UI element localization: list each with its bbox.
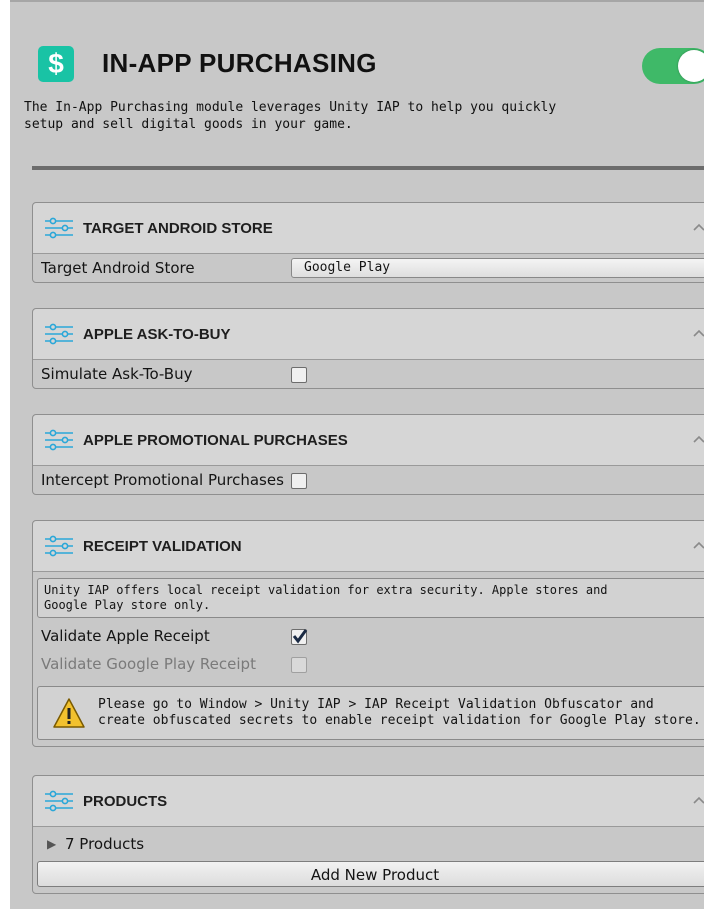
foldout-arrow-icon[interactable]: ▶: [47, 831, 56, 857]
add-new-product-button[interactable]: Add New Product: [37, 861, 704, 887]
validate-apple-checkbox[interactable]: [291, 629, 308, 645]
chevron-up-icon[interactable]: [691, 538, 704, 554]
chevron-up-icon[interactable]: [691, 432, 704, 448]
field-label: Target Android Store: [41, 259, 195, 277]
warning-icon: [53, 698, 85, 728]
field-label: Simulate Ask-To-Buy: [41, 365, 193, 383]
dollar-icon: $: [38, 46, 74, 82]
section-header[interactable]: TARGET ANDROID STORE: [33, 203, 704, 254]
settings-sliders-icon: [45, 535, 73, 557]
section-title: PRODUCTS: [83, 793, 168, 810]
field-label: Validate Apple Receipt: [41, 627, 210, 645]
section-title: RECEIPT VALIDATION: [83, 538, 242, 555]
chevron-up-icon[interactable]: [691, 220, 704, 236]
service-description: The In-App Purchasing module leverages U…: [24, 99, 684, 133]
warning-text: Please go to Window > Unity IAP > IAP Re…: [98, 697, 704, 729]
promotional-row: Intercept Promotional Purchases: [33, 466, 704, 494]
toggle-knob: [678, 50, 704, 82]
settings-sliders-icon: [45, 790, 73, 812]
settings-sliders-icon: [45, 217, 73, 239]
section-title: TARGET ANDROID STORE: [83, 220, 273, 237]
description-line: The In-App Purchasing module leverages U…: [24, 100, 557, 115]
target-store-row: Target Android Store Google Play ⇕: [33, 254, 704, 282]
service-enable-toggle[interactable]: [642, 48, 704, 84]
obfuscator-warning-box: Please go to Window > Unity IAP > IAP Re…: [37, 686, 704, 740]
section-header[interactable]: PRODUCTS: [33, 776, 704, 827]
section-apple-ask-to-buy: APPLE ASK-TO-BUY Simulate Ask-To-Buy: [32, 308, 704, 389]
service-title: IN-APP PURCHASING: [102, 48, 377, 78]
products-foldout[interactable]: ▶ 7 Products: [33, 831, 704, 857]
service-header: $ IN-APP PURCHASING The In-App Purchasin…: [10, 2, 704, 172]
field-label: Validate Google Play Receipt: [41, 655, 256, 673]
target-store-dropdown[interactable]: Google Play ⇕: [291, 258, 704, 278]
field-label: Intercept Promotional Purchases: [41, 471, 284, 489]
chevron-up-icon[interactable]: [691, 793, 704, 809]
section-title: APPLE ASK-TO-BUY: [83, 326, 231, 343]
validate-apple-row: Validate Apple Receipt: [33, 622, 704, 650]
dropdown-value: Google Play: [304, 260, 391, 275]
products-count: 7 Products: [65, 835, 145, 853]
section-products: PRODUCTS ▶ 7 Products Add New Product: [32, 775, 704, 894]
section-apple-promotional-purchases: APPLE PROMOTIONAL PURCHASES Intercept Pr…: [32, 414, 704, 495]
services-panel: $ IN-APP PURCHASING The In-App Purchasin…: [10, 0, 704, 909]
divider: [32, 166, 704, 170]
intercept-promotional-checkbox[interactable]: [291, 473, 307, 489]
section-title: APPLE PROMOTIONAL PURCHASES: [83, 432, 348, 449]
section-receipt-validation: RECEIPT VALIDATION Unity IAP offers loca…: [32, 520, 704, 747]
settings-sliders-icon: [45, 429, 73, 451]
ask-to-buy-row: Simulate Ask-To-Buy: [33, 360, 704, 388]
help-text-line: Google Play store only.: [44, 598, 211, 612]
section-header[interactable]: APPLE ASK-TO-BUY: [33, 309, 704, 360]
help-text-line: Unity IAP offers local receipt validatio…: [44, 583, 608, 597]
validate-google-row: Validate Google Play Receipt: [33, 650, 704, 678]
warning-text-line: Please go to Window > Unity IAP > IAP Re…: [98, 697, 654, 712]
description-line: setup and sell digital goods in your gam…: [24, 117, 353, 132]
section-target-android-store: TARGET ANDROID STORE Target Android Stor…: [32, 202, 704, 283]
receipt-help-box: Unity IAP offers local receipt validatio…: [37, 578, 704, 618]
chevron-up-icon[interactable]: [691, 326, 704, 342]
checkmark-icon: [292, 629, 308, 644]
ask-to-buy-checkbox[interactable]: [291, 367, 307, 383]
validate-google-checkbox: [291, 657, 307, 673]
settings-sliders-icon: [45, 323, 73, 345]
warning-text-line: create obfuscated secrets to enable rece…: [98, 713, 701, 728]
section-header[interactable]: RECEIPT VALIDATION: [33, 521, 704, 572]
section-header[interactable]: APPLE PROMOTIONAL PURCHASES: [33, 415, 704, 466]
